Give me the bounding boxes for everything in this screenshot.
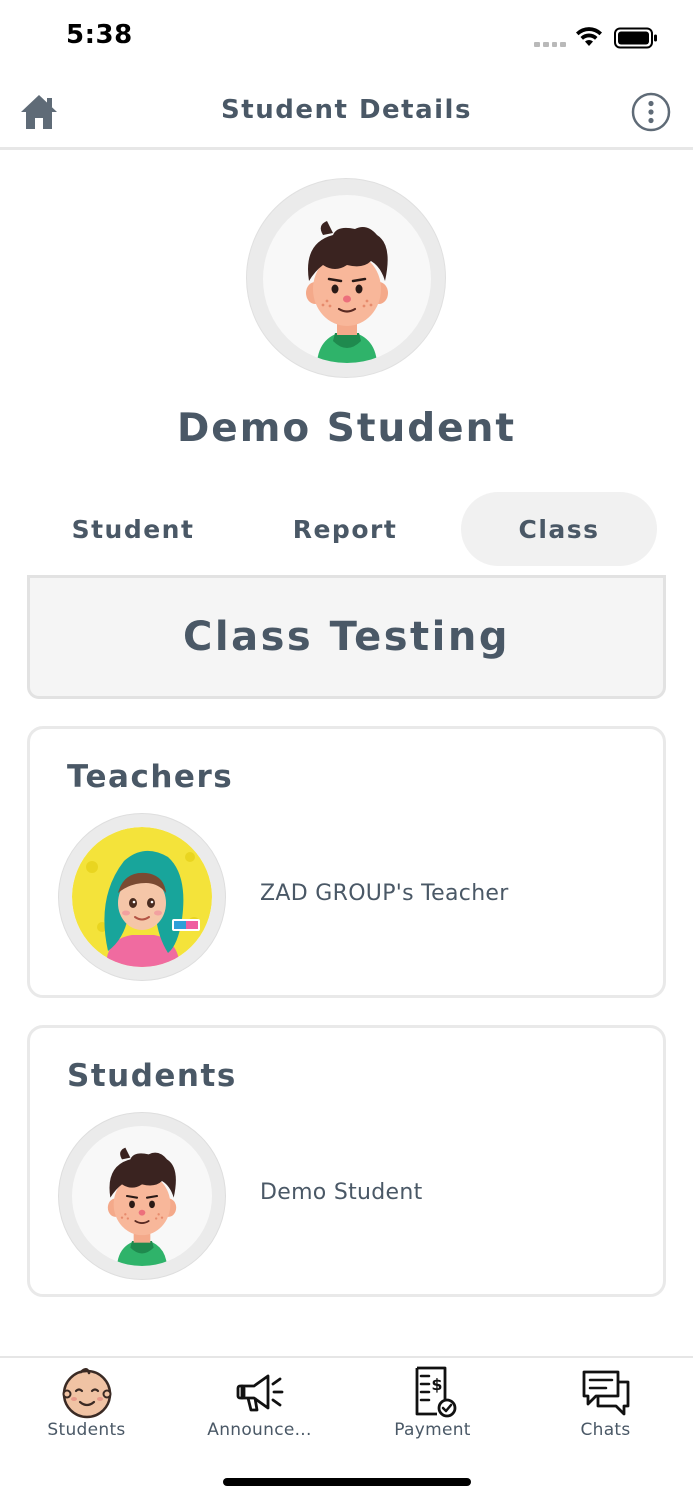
student-name: Demo Student xyxy=(176,406,517,451)
page-title: Student Details xyxy=(221,95,472,125)
tab-class[interactable]: Class xyxy=(461,492,657,566)
more-options-button[interactable] xyxy=(630,91,672,133)
svg-text:$: $ xyxy=(431,1375,442,1394)
baby-face-icon xyxy=(62,1368,111,1419)
students-card: Students Demo Student xyxy=(27,1025,666,1297)
nav-chats-label: Chats xyxy=(580,1420,631,1440)
tab-student[interactable]: Student xyxy=(28,492,238,566)
detail-tabs: Student Report Class xyxy=(28,492,660,568)
class-name-banner: Class Testing xyxy=(27,575,666,699)
students-title: Students xyxy=(67,1058,237,1094)
teachers-card: Teachers ZAD GROUP's Teacher xyxy=(27,726,666,998)
student-member-name: Demo Student xyxy=(260,1180,423,1205)
battery-icon xyxy=(614,27,657,49)
chat-bubbles-icon xyxy=(582,1370,629,1416)
home-indicator[interactable] xyxy=(223,1478,471,1486)
profile-avatar xyxy=(246,178,446,378)
wifi-icon xyxy=(576,27,602,46)
receipt-dollar-icon: $ xyxy=(415,1366,456,1418)
nav-students[interactable]: Students xyxy=(0,1358,173,1458)
megaphone-icon xyxy=(236,1374,283,1412)
nav-announcements-label: Announce... xyxy=(207,1420,312,1440)
teacher-avatar[interactable] xyxy=(58,813,226,981)
nav-chats[interactable]: Chats xyxy=(519,1358,692,1458)
nav-students-label: Students xyxy=(47,1420,126,1440)
tab-report[interactable]: Report xyxy=(242,492,448,566)
nav-announcements[interactable]: Announce... xyxy=(173,1358,346,1458)
app-header: Student Details xyxy=(0,76,693,150)
teachers-title: Teachers xyxy=(67,759,234,795)
nav-payment-label: Payment xyxy=(394,1420,471,1440)
status-time: 5:38 xyxy=(66,20,133,50)
more-vertical-icon xyxy=(631,92,671,132)
teacher-name: ZAD GROUP's Teacher xyxy=(260,881,509,906)
class-name: Class Testing xyxy=(183,614,510,660)
boy-avatar-icon xyxy=(306,221,388,363)
boy-avatar-icon xyxy=(107,1147,177,1266)
student-avatar[interactable] xyxy=(58,1112,226,1280)
status-bar: 5:38 xyxy=(0,0,693,76)
cellular-signal-icon xyxy=(534,42,566,48)
hijab-girl-avatar-icon xyxy=(72,827,212,967)
nav-payment[interactable]: $ Payment xyxy=(346,1358,519,1458)
